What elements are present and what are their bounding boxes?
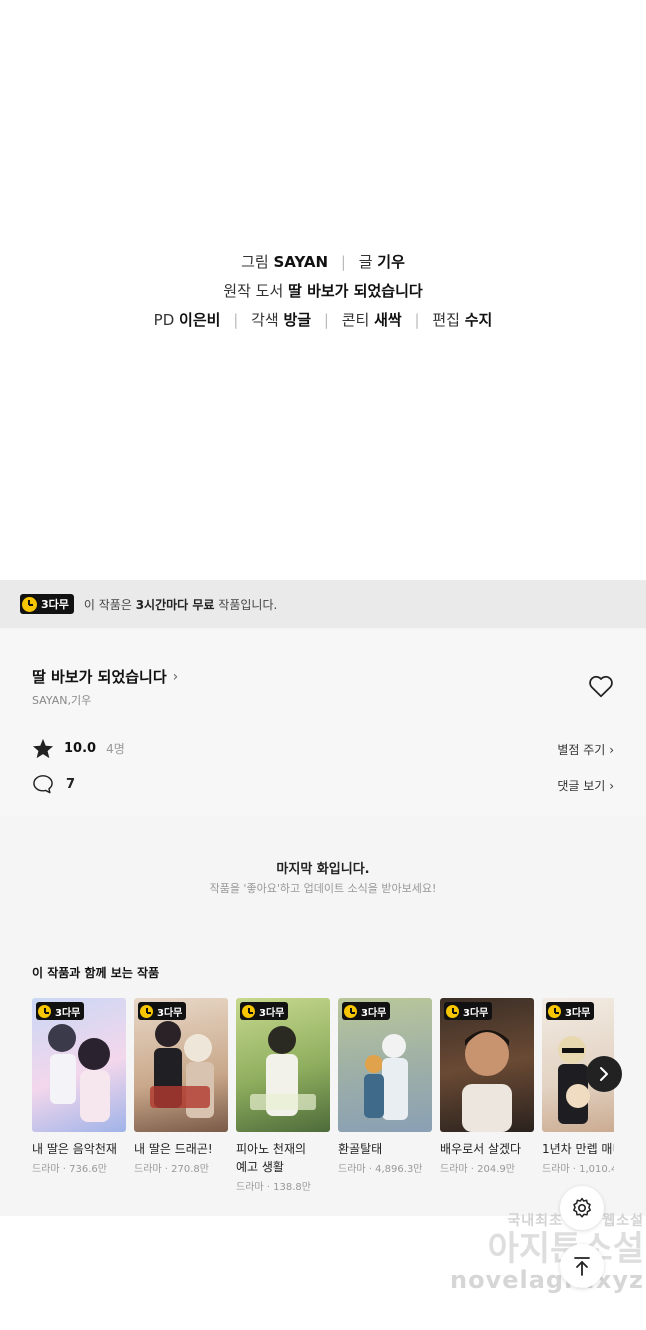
- wait-free-badge: 3다무: [342, 1002, 391, 1020]
- art-label: 그림: [241, 253, 269, 271]
- recommendation-card[interactable]: 3다무 피아노 천재의 예고 생활 드라마 · 138.8만: [236, 998, 330, 1193]
- card-meta: 드라마 · 4,896.3만: [338, 1164, 423, 1175]
- adapt-name: 방글: [283, 311, 312, 329]
- star-icon: [32, 738, 54, 759]
- recommendation-card[interactable]: 3다무 내 딸은 드래곤! 드라마 · 270.8만: [134, 998, 228, 1175]
- work-info: 딸 바보가 되었습니다 › SAYAN,기우 10.0 4명 별점 주기 › 7…: [0, 630, 646, 816]
- story-label: 글: [358, 253, 373, 271]
- gear-icon: [573, 1197, 591, 1218]
- separator: |: [323, 311, 329, 329]
- clock-icon: [344, 1004, 357, 1018]
- scroll-top-button[interactable]: [560, 1244, 604, 1288]
- card-title: 1년차 만렙 매니저: [542, 1142, 614, 1156]
- work-authors: SAYAN,기우: [32, 694, 92, 707]
- last-episode-title: 마지막 화입니다.: [276, 862, 370, 877]
- wait-free-badge: 3다무: [20, 594, 74, 614]
- notice-text: 이 작품은 3시간마다 무료 작품입니다.: [83, 597, 278, 612]
- clock-icon: [22, 596, 37, 612]
- heart-icon[interactable]: [588, 674, 614, 698]
- clock-icon: [446, 1004, 459, 1018]
- chevron-right-icon: [600, 1067, 608, 1081]
- wait-free-badge: 3다무: [36, 1002, 85, 1020]
- wait-free-badge: 3다무: [138, 1002, 187, 1020]
- card-title: 내 딸은 음악천재: [32, 1142, 117, 1156]
- rating-count: 4명: [106, 742, 125, 756]
- recommendation-card[interactable]: 3다무 내 딸은 음악천재 드라마 · 736.6만: [32, 998, 126, 1175]
- card-meta: 드라마 · 1,010.4만: [542, 1164, 614, 1175]
- credits-line-3: PD 이은비 | 각색 방글 | 콘티 새싹 | 편집 수지: [0, 306, 646, 335]
- card-meta: 드라마 · 138.8만: [236, 1182, 311, 1193]
- edit-label: 편집: [432, 311, 460, 329]
- clock-icon: [140, 1004, 153, 1018]
- cover-image: 3다무: [134, 998, 228, 1132]
- card-title: 내 딸은 드래곤!: [134, 1142, 213, 1156]
- view-comments-link[interactable]: 댓글 보기 ›: [557, 777, 614, 794]
- chevron-right-icon: ›: [609, 779, 614, 793]
- rate-link[interactable]: 별점 주기 ›: [557, 741, 614, 758]
- original-label: 원작 도서: [223, 282, 284, 300]
- recommendation-card[interactable]: 3다무 배우로서 살겠다 드라마 · 204.9만: [440, 998, 534, 1175]
- separator: |: [340, 253, 346, 271]
- pd-name: 이은비: [179, 311, 221, 329]
- wait-free-badge: 3다무: [444, 1002, 493, 1020]
- rating-score: 10.0: [64, 741, 97, 756]
- credits-line-2: 원작 도서 딸 바보가 되었습니다: [0, 277, 646, 306]
- site-watermark: 국내최초 무료 웹소설 아지툰소설 novelagit.xyz: [449, 1213, 644, 1294]
- arrow-up-icon: [574, 1257, 590, 1276]
- recommendations-heading: 이 작품과 함께 보는 작품: [32, 966, 160, 980]
- clock-icon: [242, 1004, 255, 1018]
- comment-icon: [33, 775, 53, 794]
- card-meta: 드라마 · 270.8만: [134, 1164, 209, 1175]
- work-title-link[interactable]: 딸 바보가 되었습니다 ›: [32, 666, 178, 687]
- separator: |: [414, 311, 420, 329]
- last-episode-subtitle: 작품을 '좋아요'하고 업데이트 소식을 받아보세요!: [209, 882, 437, 895]
- recommendation-card[interactable]: 3다무 환골탈태 드라마 · 4,896.3만: [338, 998, 432, 1175]
- free-notice-bar: 3다무 이 작품은 3시간마다 무료 작품입니다.: [0, 580, 646, 628]
- card-title: 배우로서 살겠다: [440, 1142, 522, 1156]
- conti-name: 새싹: [374, 311, 402, 329]
- wait-free-badge: 3다무: [240, 1002, 289, 1020]
- separator: |: [233, 311, 239, 329]
- card-meta: 드라마 · 736.6만: [32, 1164, 107, 1175]
- recommendation-carousel: 3다무 내 딸은 음악천재 드라마 · 736.6만 3다무 내 딸은 드래곤!…: [32, 998, 614, 1208]
- wait-free-badge: 3다무: [546, 1002, 595, 1020]
- conti-label: 콘티: [341, 311, 370, 329]
- recommendations: 이 작품과 함께 보는 작품 3다무 내 딸은 음악천재 드라마 · 736.6…: [0, 932, 646, 1216]
- last-episode-box: 마지막 화입니다. 작품을 '좋아요'하고 업데이트 소식을 받아보세요!: [0, 820, 646, 928]
- cover-image: 3다무: [32, 998, 126, 1132]
- work-title: 딸 바보가 되었습니다: [32, 668, 167, 686]
- cover-image: 3다무: [338, 998, 432, 1132]
- original-title: 딸 바보가 되었습니다: [288, 282, 423, 300]
- chevron-right-icon: ›: [609, 743, 614, 757]
- settings-button[interactable]: [560, 1186, 604, 1230]
- carousel-next-button[interactable]: [586, 1056, 622, 1092]
- card-title: 피아노 천재의 예고 생활: [236, 1142, 307, 1174]
- comments-row: 7: [32, 774, 75, 794]
- rating-row: 10.0 4명: [32, 738, 125, 759]
- story-name: 기우: [377, 253, 405, 271]
- art-name: SAYAN: [273, 253, 329, 271]
- clock-icon: [38, 1004, 51, 1018]
- comment-count: 7: [66, 776, 76, 792]
- clock-icon: [548, 1004, 561, 1018]
- cover-image: 3다무: [236, 998, 330, 1132]
- card-meta: 드라마 · 204.9만: [440, 1164, 515, 1175]
- credits: 그림 SAYAN | 글 기우 원작 도서 딸 바보가 되었습니다 PD 이은비…: [0, 248, 646, 335]
- credits-line-1: 그림 SAYAN | 글 기우: [0, 248, 646, 277]
- cover-image: 3다무: [440, 998, 534, 1132]
- adapt-label: 각색: [251, 311, 279, 329]
- pd-label: PD: [153, 311, 175, 329]
- edit-name: 수지: [464, 311, 493, 329]
- card-title: 환골탈태: [338, 1142, 383, 1156]
- chevron-right-icon: ›: [172, 668, 179, 685]
